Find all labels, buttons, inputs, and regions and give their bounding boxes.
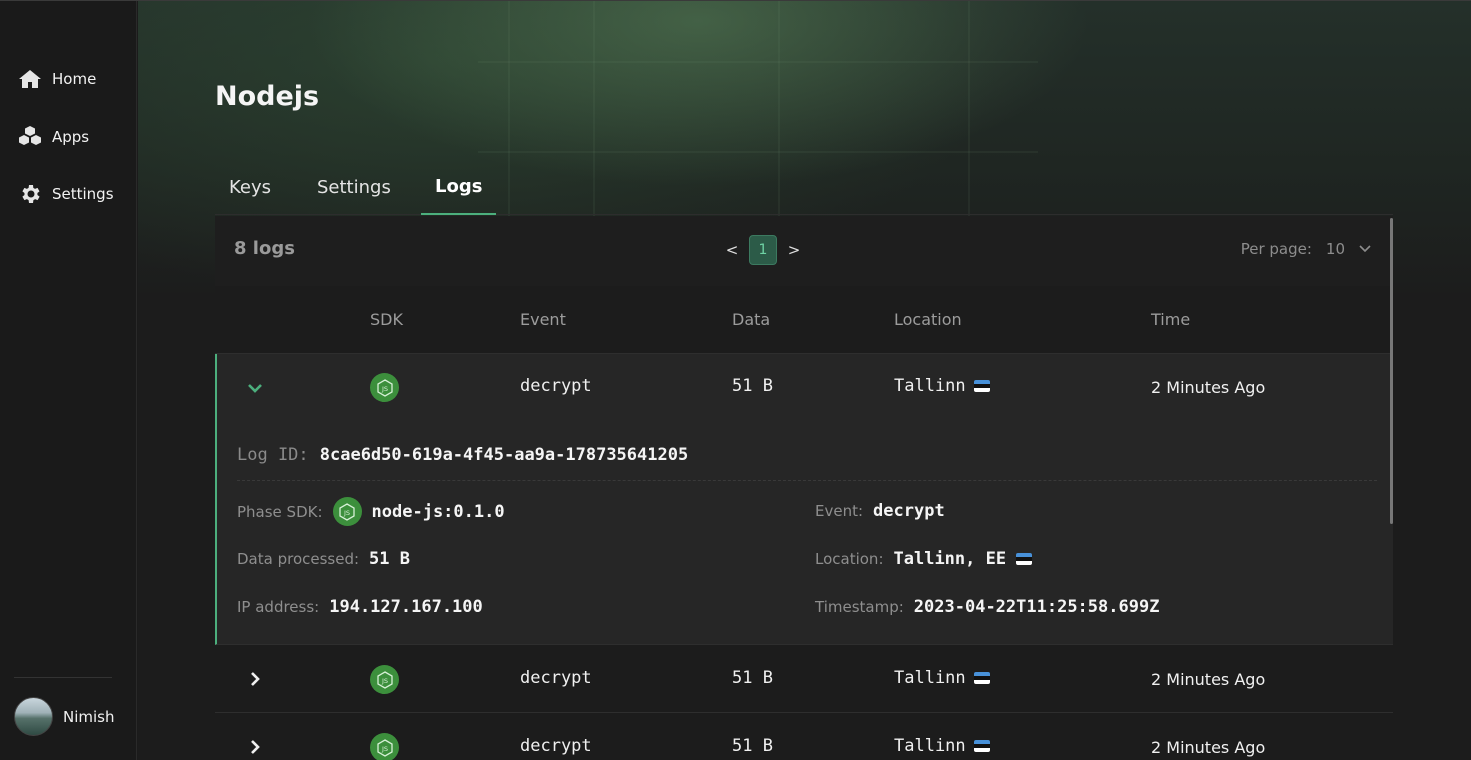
sidebar-item-label: Apps <box>52 128 90 146</box>
nodejs-icon: JS <box>370 733 399 760</box>
estonia-flag-icon <box>973 672 990 684</box>
log-id-row: Log ID: 8cae6d50-619a-4f45-aa9a-17873564… <box>237 445 1377 481</box>
scrollbar-thumb[interactable] <box>1390 218 1393 524</box>
nodejs-icon: JS <box>332 497 362 526</box>
location-field: Location: Tallinn, EE <box>815 549 1033 569</box>
sidebar-item-home[interactable]: Home <box>18 64 96 94</box>
tab-bar: Keys Settings Logs <box>215 159 1393 215</box>
svg-text:JS: JS <box>343 509 350 517</box>
sdk-cell: JS <box>370 373 399 402</box>
time-cell: 2 Minutes Ago <box>1151 738 1266 757</box>
svg-text:JS: JS <box>380 385 387 393</box>
location-cell: Tallinn <box>894 736 990 756</box>
avatar <box>14 697 53 736</box>
event-cell: decrypt <box>520 376 592 396</box>
sidebar-item-apps[interactable]: Apps <box>18 122 89 152</box>
sidebar-divider <box>14 677 112 678</box>
time-cell: 2 Minutes Ago <box>1151 378 1266 397</box>
tab-settings[interactable]: Settings <box>303 159 405 215</box>
data-processed-field: Data processed: 51 B <box>237 549 410 569</box>
location-text: Tallinn <box>894 376 966 396</box>
column-header-time: Time <box>1151 310 1191 329</box>
event-cell: decrypt <box>520 736 592 756</box>
location-cell: Tallinn <box>894 376 990 396</box>
event-field: Event: decrypt <box>815 501 945 521</box>
chevron-right-icon[interactable] <box>245 669 265 689</box>
data-cell: 51 B <box>732 668 773 688</box>
time-cell: 2 Minutes Ago <box>1151 670 1266 689</box>
estonia-flag-icon <box>973 380 990 392</box>
svg-text:JS: JS <box>380 677 387 685</box>
estonia-flag-icon <box>1016 553 1033 565</box>
svg-text:JS: JS <box>380 745 387 753</box>
tab-logs[interactable]: Logs <box>421 159 497 215</box>
data-cell: 51 B <box>732 736 773 756</box>
event-cell: decrypt <box>520 668 592 688</box>
logs-panel: 8 logs < 1 > Per page: 10 SDK Event Data… <box>215 216 1393 760</box>
timestamp-label: Timestamp: <box>815 598 904 616</box>
user-name: Nimish <box>63 707 115 726</box>
sidebar-item-label: Settings <box>52 185 114 203</box>
timestamp-value: 2023-04-22T11:25:58.699Z <box>913 597 1160 617</box>
ip-address-label: IP address: <box>237 598 320 616</box>
phase-sdk-value: node-js:0.1.0 <box>371 501 505 522</box>
table-row[interactable]: JS decrypt 51 B Tallinn 2 Minutes Ago Lo… <box>215 354 1393 645</box>
nodejs-icon: JS <box>370 373 399 402</box>
next-page-button[interactable]: > <box>787 241 801 259</box>
logs-toolbar: 8 logs < 1 > Per page: 10 <box>215 216 1393 286</box>
log-count: 8 logs <box>234 238 295 259</box>
sidebar-item-settings[interactable]: Settings <box>18 179 114 209</box>
page-number-button[interactable]: 1 <box>749 235 777 265</box>
sdk-cell: JS <box>370 665 399 694</box>
sidebar-item-label: Home <box>52 70 97 88</box>
data-processed-value: 51 B <box>369 549 410 569</box>
prev-page-button[interactable]: < <box>725 241 739 259</box>
table-header: SDK Event Data Location Time <box>215 286 1393 354</box>
nodejs-icon: JS <box>370 665 399 694</box>
event-label: Event: <box>815 502 864 520</box>
location-text: Tallinn <box>894 668 966 688</box>
tab-keys[interactable]: Keys <box>215 159 285 215</box>
table-row[interactable]: JS decrypt 51 B Tallinn 2 Minutes Ago <box>215 645 1393 713</box>
pagination: < 1 > <box>725 235 801 265</box>
per-page-control: Per page: 10 <box>1241 240 1371 258</box>
user-menu[interactable]: Nimish <box>14 697 115 736</box>
gear-icon <box>22 185 40 203</box>
home-icon <box>19 70 41 88</box>
per-page-value: 10 <box>1325 240 1345 258</box>
chevron-down-icon[interactable] <box>245 378 265 398</box>
event-value: decrypt <box>873 501 945 521</box>
location-value: Tallinn, EE <box>893 549 1007 569</box>
location-text: Tallinn <box>894 736 966 756</box>
page-title: Nodejs <box>215 81 320 112</box>
column-header-location: Location <box>894 310 962 329</box>
log-id-label: Log ID: <box>237 445 309 465</box>
sdk-cell: JS <box>370 733 399 760</box>
data-processed-label: Data processed: <box>237 550 360 568</box>
sidebar: Home Apps Settings Nimish <box>0 1 137 760</box>
timestamp-field: Timestamp: 2023-04-22T11:25:58.699Z <box>815 597 1159 617</box>
phase-sdk-field: Phase SDK: JS node-js:0.1.0 <box>237 497 505 526</box>
per-page-label: Per page: <box>1240 240 1312 258</box>
per-page-select[interactable]: 10 <box>1326 240 1371 258</box>
main-content: Nodejs Keys Settings Logs 8 logs < 1 > P… <box>138 1 1471 760</box>
data-cell: 51 B <box>732 376 773 396</box>
chevron-down-icon <box>1359 245 1371 253</box>
cubes-icon <box>19 126 41 145</box>
location-cell: Tallinn <box>894 668 990 688</box>
column-header-data: Data <box>732 310 771 329</box>
column-header-event: Event <box>520 310 566 329</box>
chevron-right-icon[interactable] <box>245 737 265 757</box>
location-label: Location: <box>815 550 884 568</box>
ip-address-value: 194.127.167.100 <box>329 597 483 617</box>
column-header-sdk: SDK <box>370 310 403 329</box>
log-id-value: 8cae6d50-619a-4f45-aa9a-178735641205 <box>319 445 689 465</box>
estonia-flag-icon <box>973 740 990 752</box>
phase-sdk-label: Phase SDK: <box>237 502 323 521</box>
ip-address-field: IP address: 194.127.167.100 <box>237 597 483 617</box>
table-row[interactable]: JS decrypt 51 B Tallinn 2 Minutes Ago <box>215 713 1393 760</box>
